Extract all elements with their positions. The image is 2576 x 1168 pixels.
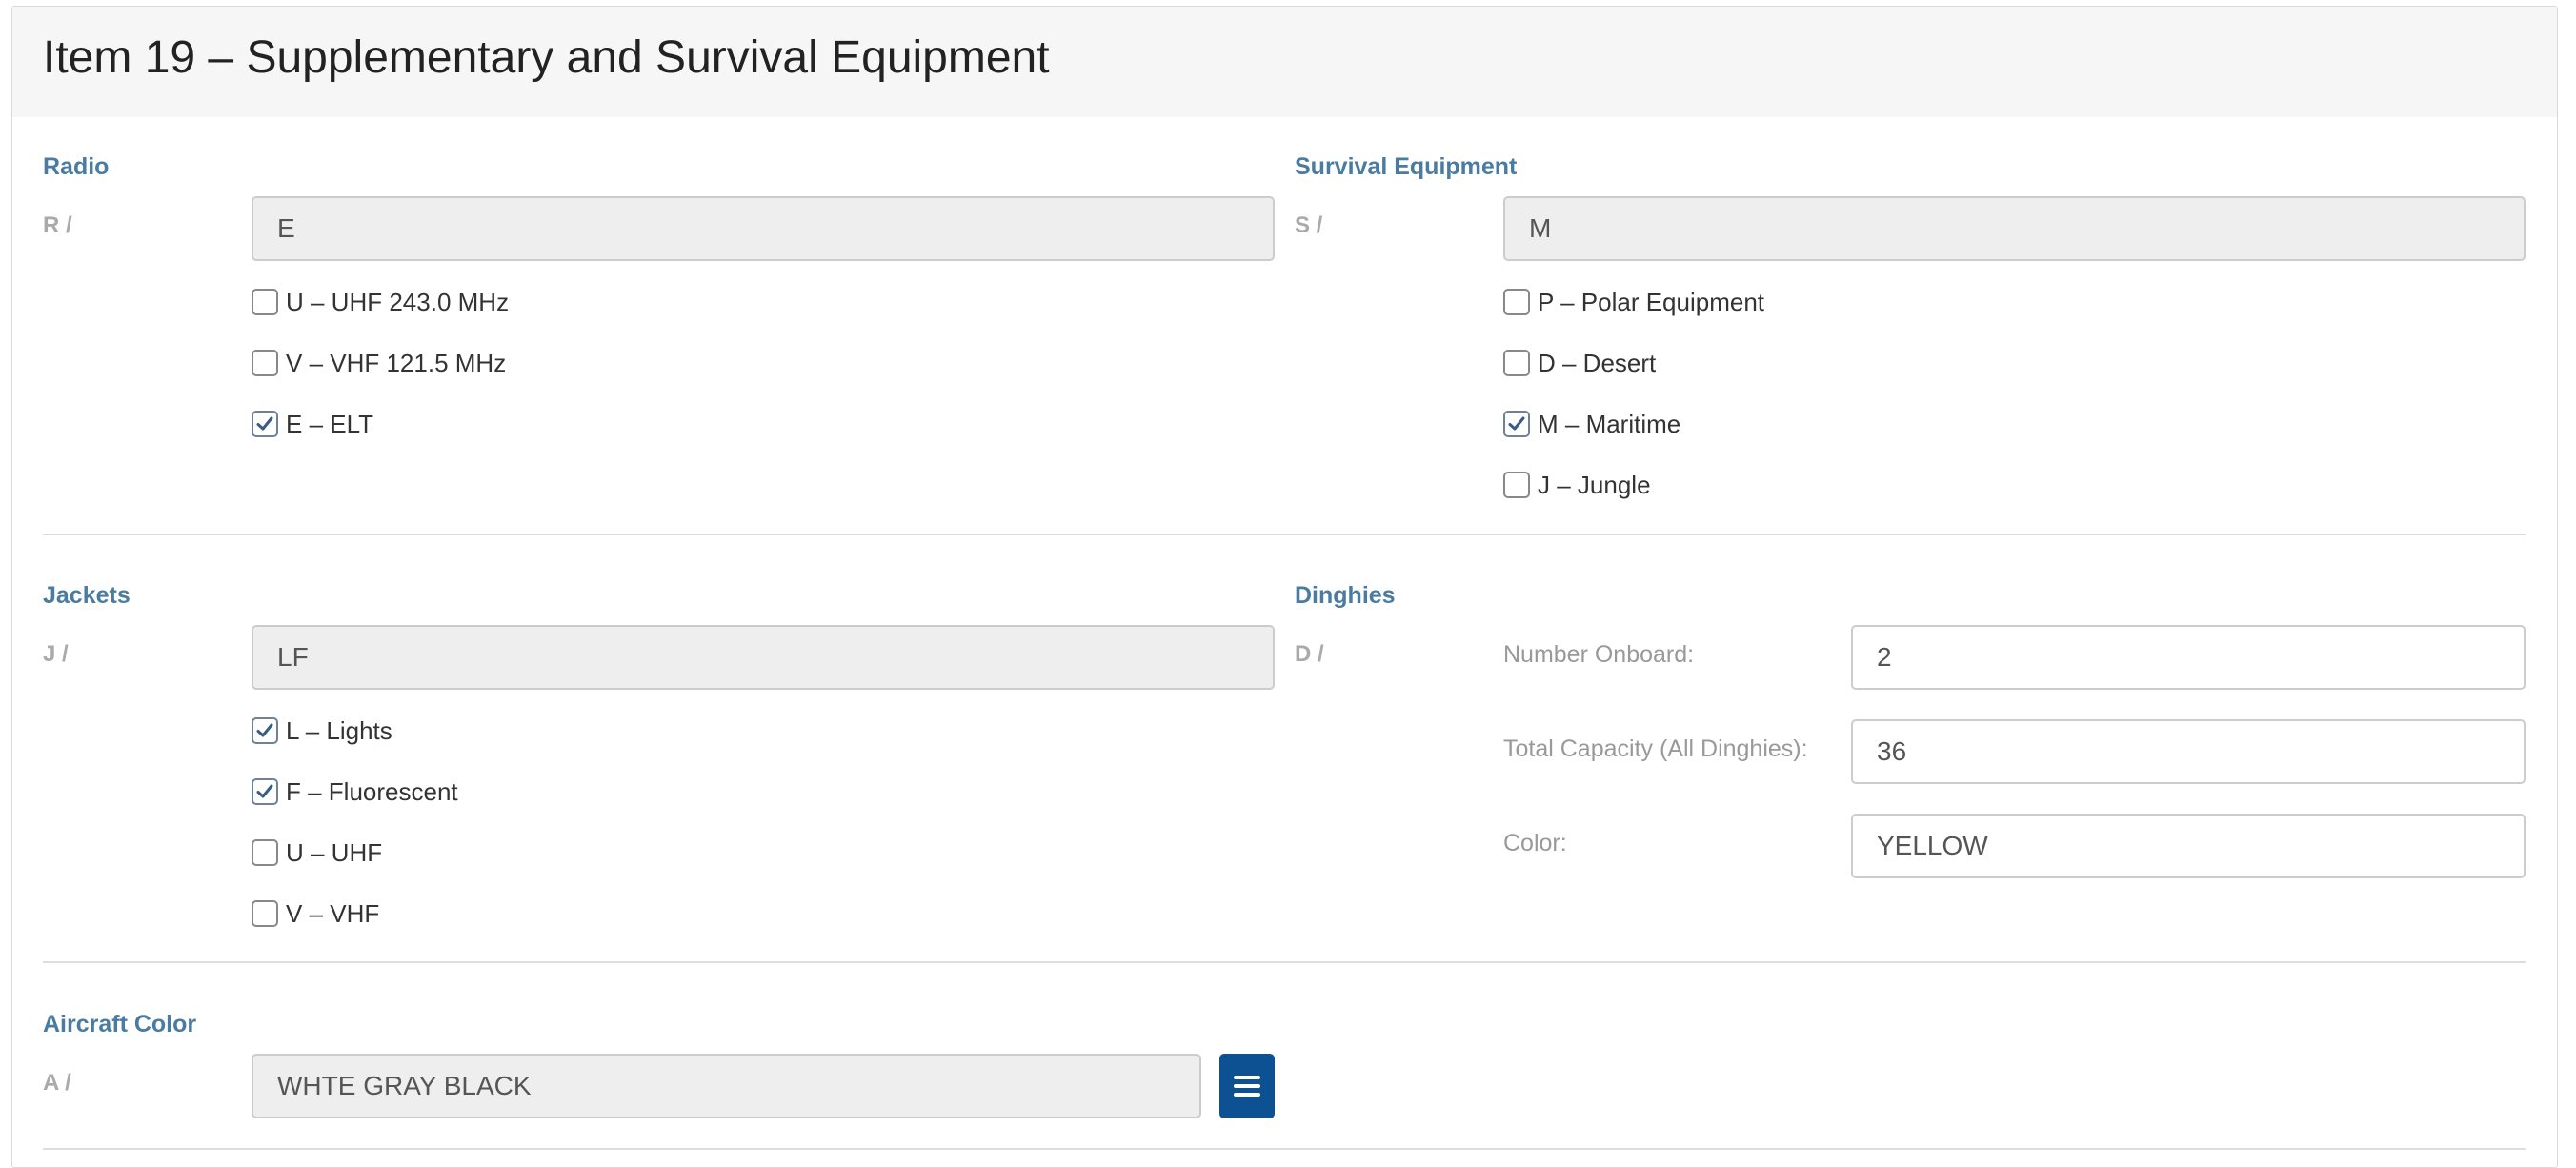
survival-section-title: Survival Equipment: [1295, 153, 1518, 180]
divider: [43, 534, 2526, 535]
checkbox-jackets-uhf[interactable]: [252, 839, 278, 866]
number-onboard-input[interactable]: 2: [1851, 625, 2526, 690]
check-icon: [256, 784, 273, 798]
checkbox-survival-polar[interactable]: [1503, 289, 1530, 315]
radio-section-title: Radio: [43, 153, 110, 180]
dinghy-color-label: Color:: [1503, 830, 1567, 856]
checkbox-label: P – Polar Equipment: [1538, 287, 1764, 316]
checkbox-survival-desert[interactable]: [1503, 350, 1530, 376]
checkbox-label: U – UHF 243.0 MHz: [286, 287, 510, 316]
survival-prefix: S /: [1295, 212, 1323, 238]
jackets-option-vhf[interactable]: V – VHF: [252, 896, 458, 931]
divider: [43, 961, 2526, 963]
checkbox-label: D – Desert: [1538, 348, 1657, 377]
survival-option-desert[interactable]: D – Desert: [1503, 346, 1764, 380]
jackets-option-lights[interactable]: L – Lights: [252, 714, 458, 748]
number-onboard-label: Number Onboard:: [1503, 641, 1695, 668]
checkbox-survival-jungle[interactable]: [1503, 472, 1530, 498]
checkbox-radio-uhf[interactable]: [252, 289, 278, 315]
radio-code-field: E: [252, 196, 1275, 261]
checkbox-label: F – Fluorescent: [286, 776, 458, 806]
dinghies-section-title: Dinghies: [1295, 582, 1396, 609]
checkbox-jackets-lights[interactable]: [252, 717, 278, 744]
total-capacity-input[interactable]: 36: [1851, 719, 2526, 784]
checkbox-label: U – UHF: [286, 837, 383, 867]
checkbox-label: V – VHF: [286, 898, 380, 928]
aircraft-color-field: WHTE GRAY BLACK: [252, 1054, 1201, 1118]
survival-option-polar[interactable]: P – Polar Equipment: [1503, 285, 1764, 319]
dinghies-prefix: D /: [1295, 641, 1324, 667]
check-icon: [256, 416, 273, 431]
radio-option-elt[interactable]: E – ELT: [252, 407, 509, 441]
survival-options: P – Polar Equipment D – Desert M – Marit…: [1503, 285, 1764, 502]
divider: [43, 1148, 2526, 1150]
checkbox-label: J – Jungle: [1538, 470, 1651, 499]
jackets-option-uhf[interactable]: U – UHF: [252, 836, 458, 870]
total-capacity-label: Total Capacity (All Dinghies):: [1503, 735, 1808, 762]
radio-option-vhf[interactable]: V – VHF 121.5 MHz: [252, 346, 509, 380]
item19-panel: Item 19 – Supplementary and Survival Equ…: [11, 6, 2558, 1168]
radio-prefix: R /: [43, 212, 72, 238]
dinghy-color-input[interactable]: YELLOW: [1851, 814, 2526, 878]
checkbox-jackets-vhf[interactable]: [252, 900, 278, 927]
checkbox-label: M – Maritime: [1538, 409, 1681, 438]
page-title: Item 19 – Supplementary and Survival Equ…: [43, 32, 1050, 83]
check-icon: [256, 723, 273, 737]
jackets-code-field: LF: [252, 625, 1275, 690]
checkbox-survival-maritime[interactable]: [1503, 411, 1530, 437]
radio-options: U – UHF 243.0 MHz V – VHF 121.5 MHz E – …: [252, 285, 509, 441]
jackets-prefix: J /: [43, 641, 69, 667]
aircraft-color-section-title: Aircraft Color: [43, 1011, 197, 1037]
radio-option-uhf[interactable]: U – UHF 243.0 MHz: [252, 285, 509, 319]
checkbox-label: E – ELT: [286, 409, 374, 438]
jackets-options: L – Lights F – Fluorescent U – UHF V – V…: [252, 714, 458, 931]
checkbox-label: L – Lights: [286, 715, 392, 745]
aircraft-color-menu-button[interactable]: [1219, 1054, 1275, 1118]
survival-option-maritime[interactable]: M – Maritime: [1503, 407, 1764, 441]
survival-code-field: M: [1503, 196, 2526, 261]
jackets-section-title: Jackets: [43, 582, 131, 609]
survival-option-jungle[interactable]: J – Jungle: [1503, 468, 1764, 502]
checkbox-radio-vhf[interactable]: [252, 350, 278, 376]
checkbox-label: V – VHF 121.5 MHz: [286, 348, 507, 377]
checkbox-radio-elt[interactable]: [252, 411, 278, 437]
aircraft-color-prefix: A /: [43, 1070, 71, 1096]
jackets-option-fluorescent[interactable]: F – Fluorescent: [252, 775, 458, 809]
checkbox-jackets-fluorescent[interactable]: [252, 778, 278, 805]
check-icon: [1508, 416, 1525, 431]
bars-icon: [1234, 1075, 1260, 1098]
panel-header: Item 19 – Supplementary and Survival Equ…: [12, 7, 2557, 117]
